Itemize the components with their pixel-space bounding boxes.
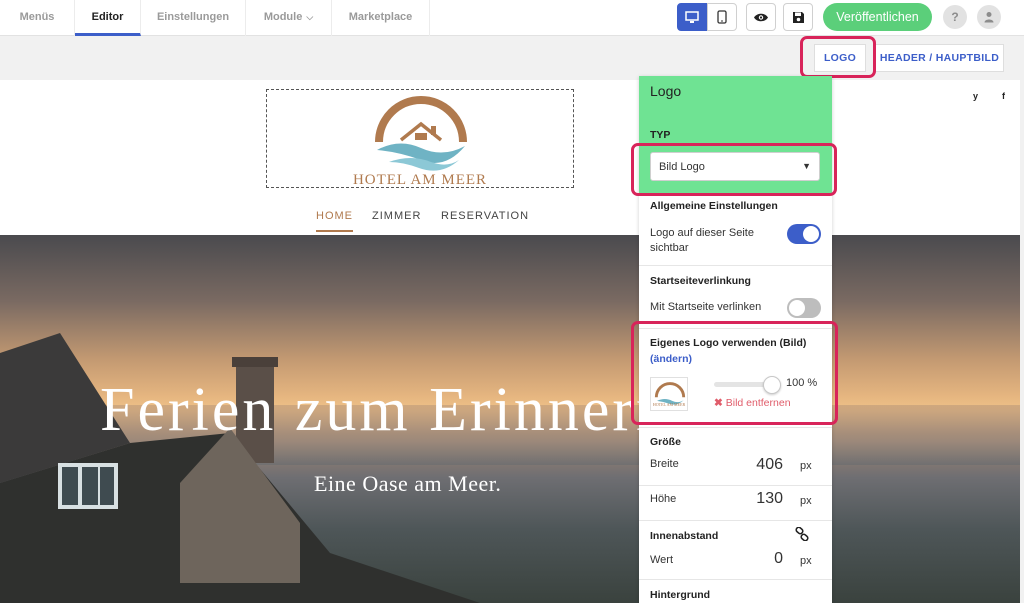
- house-illustration: [0, 333, 480, 603]
- user-icon: [984, 12, 994, 23]
- height-input[interactable]: 130: [756, 490, 783, 508]
- website-preview: HOTEL AM MEER HOME ZIMMER RESERVATION y …: [0, 80, 1020, 603]
- mobile-view-button[interactable]: [707, 3, 737, 31]
- tab-menus-label: Menüs: [19, 11, 55, 23]
- height-label: Höhe: [650, 493, 677, 505]
- logo-thumbnail-text: HOTEL AM MEER: [652, 402, 686, 407]
- logo-type-value: Bild Logo: [659, 160, 705, 173]
- save-button[interactable]: [783, 3, 813, 31]
- nav-link-zimmer[interactable]: ZIMMER: [372, 210, 421, 222]
- site-logo[interactable]: HOTEL AM MEER: [266, 89, 574, 188]
- padding-unit: px: [800, 555, 812, 567]
- hotel-logo-icon: [375, 96, 467, 171]
- change-image-link[interactable]: (ändern): [650, 353, 692, 365]
- publish-button-label: Veröffentlichen: [836, 10, 919, 24]
- tab-editor-label: Editor: [91, 11, 124, 23]
- chevron-down-icon: ▼: [802, 161, 811, 171]
- desktop-icon: [685, 10, 699, 23]
- header-section-label: HEADER / HAUPTBILD: [879, 52, 1000, 64]
- facebook-icon[interactable]: f: [1002, 91, 1005, 101]
- logo-scale-value: 100 %: [786, 377, 818, 389]
- divider: [639, 520, 832, 521]
- hero-subtitle: Eine Oase am Meer.: [314, 471, 502, 496]
- padding-label: Wert: [650, 554, 674, 566]
- padding-title: Innenabstand: [650, 530, 719, 542]
- divider: [639, 485, 832, 486]
- logo-section-button[interactable]: LOGO: [814, 44, 866, 72]
- own-logo-title: Eigenes Logo verwenden (Bild): [650, 337, 807, 349]
- remove-image-label: Bild entfernen: [725, 397, 791, 409]
- hero-image: Ferien zum Erinnern Eine Oase am Meer.: [0, 235, 1020, 603]
- logo-visible-toggle[interactable]: [787, 224, 821, 244]
- divider: [639, 328, 832, 329]
- general-settings-title: Allgemeine Einstellungen: [650, 200, 778, 212]
- logo-thumbnail: HOTEL AM MEER: [650, 377, 688, 411]
- eye-icon: [754, 13, 768, 21]
- padding-input[interactable]: 0: [774, 550, 783, 568]
- tab-einstellungen-label: Einstellungen: [156, 11, 230, 23]
- divider: [639, 427, 832, 428]
- tab-module[interactable]: Module ⌵: [246, 0, 332, 36]
- toggle-knob: [803, 226, 819, 242]
- nav-link-reservation[interactable]: RESERVATION: [441, 210, 529, 222]
- chevron-down-icon: ⌵: [306, 12, 314, 22]
- logo-type-select[interactable]: Bild Logo ▼: [650, 152, 820, 181]
- homelink-label: Mit Startseite verlinken: [650, 301, 762, 313]
- tab-marketplace-label: Marketplace: [348, 11, 413, 23]
- desktop-view-button[interactable]: [677, 3, 707, 31]
- twitter-icon[interactable]: y: [973, 91, 978, 101]
- close-icon: ✖: [714, 397, 723, 409]
- account-button[interactable]: [977, 5, 1001, 29]
- panel-title: Logo: [650, 83, 682, 99]
- divider: [639, 579, 832, 580]
- nav-link-home[interactable]: HOME: [316, 210, 353, 232]
- link-icon[interactable]: [795, 527, 809, 541]
- publish-button[interactable]: Veröffentlichen: [823, 3, 932, 31]
- homelink-toggle[interactable]: [787, 298, 821, 318]
- top-toolbar: Menüs Editor Einstellungen Module ⌵ Marke…: [0, 0, 1024, 36]
- element-selector-bar: LOGO HEADER / HAUPTBILD: [0, 36, 1024, 80]
- site-logo-text: HOTEL AM MEER: [352, 172, 488, 188]
- tab-module-label: Module: [263, 11, 303, 23]
- tab-marketplace[interactable]: Marketplace: [332, 0, 430, 36]
- mobile-icon: [717, 10, 727, 24]
- preview-button[interactable]: [746, 3, 776, 31]
- homelink-title: Startseiteverlinkung: [650, 275, 751, 287]
- help-icon: ?: [951, 10, 959, 24]
- logo-settings-panel: Logo TYP Bild Logo ▼ Allgemeine Einstell…: [639, 76, 832, 603]
- toggle-knob: [789, 300, 805, 316]
- width-input[interactable]: 406: [756, 456, 783, 474]
- floppy-disk-icon: [792, 11, 804, 23]
- tab-editor[interactable]: Editor: [75, 0, 141, 36]
- background-title: Hintergrund: [650, 589, 711, 601]
- tab-menus[interactable]: Menüs: [0, 0, 75, 36]
- logo-scale-slider[interactable]: [763, 376, 781, 394]
- width-label: Breite: [650, 458, 679, 470]
- height-unit: px: [800, 495, 812, 507]
- typ-label: TYP: [650, 129, 671, 141]
- header-section-button[interactable]: HEADER / HAUPTBILD: [875, 44, 1004, 72]
- divider: [639, 265, 832, 266]
- width-unit: px: [800, 460, 812, 472]
- logo-visible-label: Logo auf dieser Seite sichtbar: [650, 227, 754, 254]
- hero-title: Ferien zum Erinnern: [100, 376, 671, 444]
- remove-image-button[interactable]: ✖ Bild entfernen: [714, 397, 791, 409]
- logo-section-label: LOGO: [823, 52, 857, 64]
- size-title: Größe: [650, 436, 681, 448]
- tab-einstellungen[interactable]: Einstellungen: [141, 0, 246, 36]
- help-button[interactable]: ?: [943, 5, 967, 29]
